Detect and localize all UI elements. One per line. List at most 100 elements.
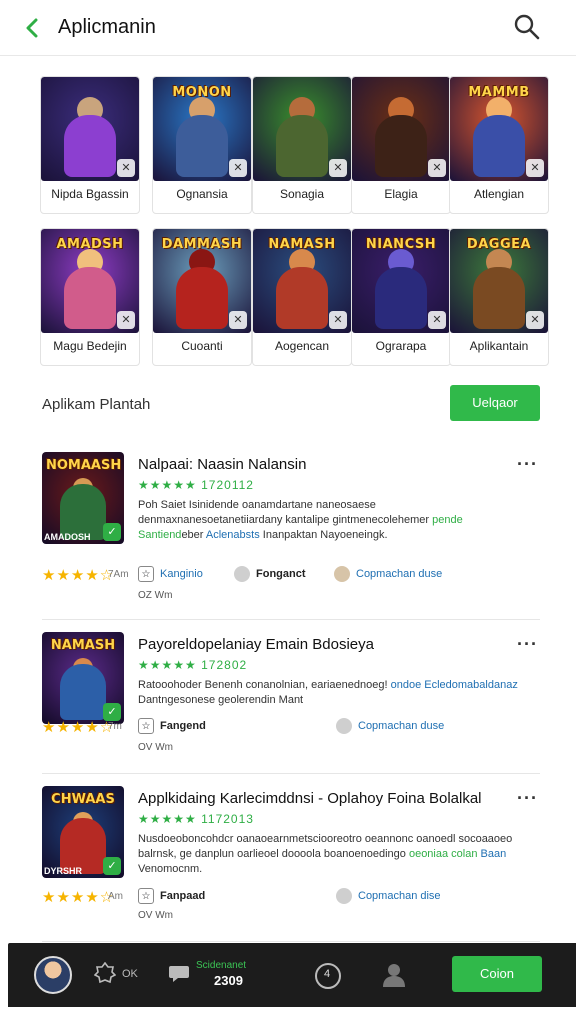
meta-developer[interactable]: Copmachan dise (336, 888, 441, 904)
app-logo-text: NOMAASH (46, 458, 122, 473)
meta-developer[interactable]: Copmachan duse (336, 718, 444, 734)
tile-label: Aplikantain (469, 339, 529, 353)
app-size: Am (108, 891, 123, 902)
desc-link[interactable]: ondoe Ecledomabaldanaz (391, 679, 518, 691)
meta-category[interactable]: ☆ Fanpaad (138, 888, 205, 904)
tile-badge-icon: ✕ (428, 311, 446, 329)
tile-art: ✕ (352, 77, 450, 181)
tile-character (176, 267, 228, 329)
tile-label: Sonagia (279, 187, 325, 201)
grid-tile[interactable]: ✕ Nipda Bgassin (40, 76, 140, 214)
bottom-action-button[interactable]: Coion (452, 956, 542, 992)
more-options-icon[interactable]: ··· (517, 634, 538, 655)
grid-tile[interactable]: MONON ✕ Ognansia (152, 76, 252, 214)
tile-label: Aogencan (274, 339, 330, 353)
app-description: Nusdoeoboncohdcr oanaoearnmetsciooreotro… (138, 832, 518, 877)
tile-badge-icon: ✕ (526, 159, 544, 177)
tile-character (276, 267, 328, 329)
app-size: 7m (108, 721, 122, 732)
meta-category[interactable]: ☆ Fangend (138, 718, 206, 734)
desc-link[interactable]: Baan (481, 848, 507, 860)
app-subsize: OZ Wm (138, 590, 173, 601)
settings-text: OK (122, 968, 138, 980)
tile-art: NAMASH ✕ (253, 229, 351, 333)
tile-character (276, 115, 328, 177)
tile-logo-text (47, 85, 133, 107)
tile-art: ✕ (41, 77, 139, 181)
tile-character (64, 267, 116, 329)
globe-icon (334, 566, 350, 582)
app-description: Poh Saiet Isinidende oanamdartane naneos… (138, 498, 518, 543)
app-title[interactable]: Applkidaing Karlecimddnsi - Oplahoy Foin… (138, 790, 482, 807)
tile-art: DAGGEA ✕ (450, 229, 548, 333)
meta-category[interactable]: ☆ Kanginio (138, 566, 203, 582)
grid-tile[interactable]: ✕ Sonagia (252, 76, 352, 214)
settings-icon[interactable] (93, 961, 117, 989)
chat-count: 2309 (214, 973, 243, 988)
meta-category-label: Fangend (160, 720, 206, 732)
tile-label: Nipda Bgassin (51, 187, 129, 201)
tile-logo-text: MONON (172, 85, 232, 100)
chat-icon[interactable] (168, 962, 190, 989)
more-options-icon[interactable]: ··· (517, 788, 538, 809)
list-item[interactable]: NOMAASH AMADOSH ✓ Nalpaai: Naasin Nalansin ·… (0, 440, 576, 620)
tile-label: Atlengian (473, 187, 525, 201)
category-icon: ☆ (138, 888, 154, 904)
section-action-button[interactable]: Uelqaor (450, 385, 540, 421)
divider (42, 941, 540, 942)
more-options-icon[interactable]: ··· (517, 454, 538, 475)
search-icon[interactable] (512, 12, 542, 42)
grid-tile[interactable]: ✕ Elagia (351, 76, 451, 214)
desc-text: eber (181, 529, 206, 541)
avatar-icon[interactable] (34, 956, 72, 994)
desc-link[interactable]: Aclenabsts (206, 529, 260, 541)
app-title[interactable]: Nalpaai: Naasin Nalansin (138, 456, 306, 473)
meta-developer-label: Copmachan dise (358, 890, 441, 902)
tile-art: AMADSH ✕ (41, 229, 139, 333)
tile-character (473, 267, 525, 329)
desc-text: Dantngesonese geolerendin Mant (138, 694, 304, 706)
tile-art: ✕ (253, 77, 351, 181)
tile-badge-icon: ✕ (329, 311, 347, 329)
tile-badge-icon: ✕ (229, 159, 247, 177)
rating-stars: ★★★★☆ (42, 719, 115, 736)
grid-tile[interactable]: DAGGEA ✕ Aplikantain (449, 228, 549, 366)
developer-icon (336, 718, 352, 734)
app-title[interactable]: Payoreldopelaniay Emain Bdosieya (138, 636, 374, 653)
chevron-left-icon[interactable] (18, 14, 46, 42)
app-meta: ★★★★☆ Am ☆ Fanpaad Copmachan dise (42, 888, 542, 908)
grid-tile[interactable]: DAMMASH ✕ Cuoanti (152, 228, 252, 366)
desc-text: Venomocnm. (138, 863, 203, 875)
grid-tile[interactable]: AMADSH ✕ Magu Bedejin (40, 228, 140, 366)
page-title: Aplicmanin (58, 16, 156, 38)
desc-highlight: oeoniaa colan (408, 848, 478, 860)
app-meta: ★★★★☆ 7Am ☆ Kanginio Fonganct Copmachan duse (42, 566, 542, 586)
tile-logo-text: DAGGEA (466, 237, 532, 252)
tile-badge-icon: ✕ (229, 311, 247, 329)
bottom-nav: OK Scidenanet 2309 4 Coion (8, 943, 576, 1007)
meta-category-label: Kanginio (160, 568, 203, 580)
tile-art: NIANCSH ✕ (352, 229, 450, 333)
app-icon: CHWAAS DYRSHR ✓ (42, 786, 124, 878)
tile-logo-text: DAMMASH (161, 237, 243, 252)
tile-character (176, 115, 228, 177)
meta-developer[interactable]: Fonganct (234, 566, 306, 582)
list-item[interactable]: NAMASH ✓ Payoreldopelaniay Emain Bdosieya ·… (0, 620, 576, 774)
tile-badge-icon: ✕ (329, 159, 347, 177)
meta-support[interactable]: Copmachan duse (334, 566, 442, 582)
tile-art: MONON ✕ (153, 77, 251, 181)
grid-tile[interactable]: MAMMB ✕ Atlengian (449, 76, 549, 214)
rating-stars: ★★★★☆ (42, 567, 115, 584)
tile-badge-icon: ✕ (526, 311, 544, 329)
person-icon[interactable] (382, 962, 406, 993)
meta-support-label: Copmachan duse (356, 568, 443, 580)
app-header: Aplicmanin (0, 0, 576, 56)
app-subsize: OV Wm (138, 742, 173, 753)
grid-tile[interactable]: NAMASH ✕ Aogencan (252, 228, 352, 366)
tile-logo-text: AMADSH (56, 237, 124, 252)
desc-text: Ratooohoder Benenh conanolnian, eariaene… (138, 679, 391, 691)
grid-tile[interactable]: NIANCSH ✕ Ograrapa (351, 228, 451, 366)
section-title: Aplikam Plantah (42, 396, 151, 413)
list-item[interactable]: CHWAAS DYRSHR ✓ Applkidaing Karlecimddnsi -… (0, 774, 576, 942)
meta-developer-label: Fonganct (256, 568, 306, 580)
